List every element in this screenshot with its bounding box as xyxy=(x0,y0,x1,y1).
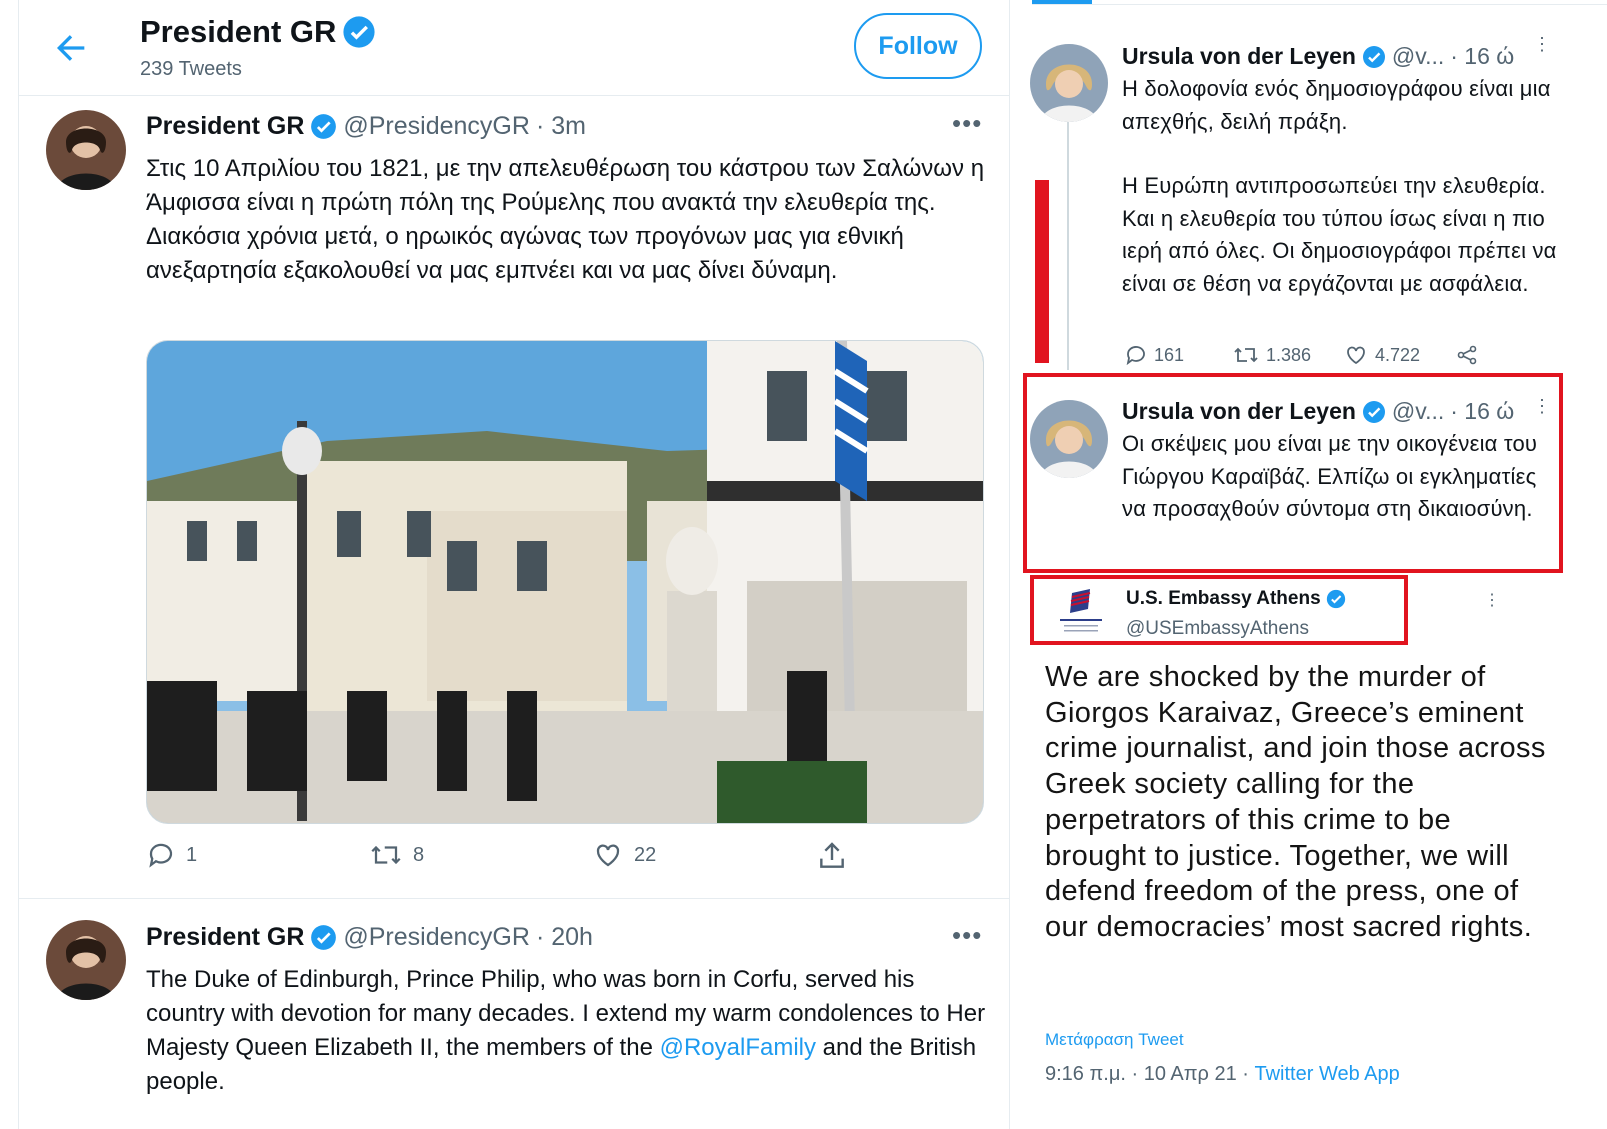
author-name[interactable]: U.S. Embassy Athens xyxy=(1126,588,1321,610)
tweet-header: Ursula von der Leyen @v... · 16 ώ xyxy=(1122,398,1514,425)
verified-badge-icon xyxy=(311,114,337,139)
embassy-avatar[interactable] xyxy=(1050,583,1112,639)
verified-badge-icon xyxy=(1362,45,1385,68)
profile-name: President GR xyxy=(140,14,376,50)
retweet-button[interactable]: 8 xyxy=(369,840,424,870)
thread-line xyxy=(1067,120,1069,370)
like-count: 22 xyxy=(634,843,657,866)
retweet-count: 1.386 xyxy=(1266,344,1312,365)
more-options-icon[interactable]: ••• xyxy=(952,108,982,139)
reply-icon xyxy=(149,843,173,868)
tweet-time[interactable]: · 16 ώ xyxy=(1450,43,1514,70)
share-icon xyxy=(1457,345,1477,365)
timestamp-text: 9:16 π.μ. · 10 Απρ 21 · xyxy=(1045,1063,1255,1085)
avatar[interactable] xyxy=(1030,400,1108,478)
more-options-icon[interactable]: ⋮ xyxy=(1533,396,1552,417)
tweet-time[interactable]: · 3m xyxy=(536,112,586,141)
author-handle[interactable]: @PresidencyGR xyxy=(343,112,530,141)
reply-button[interactable]: 161 xyxy=(1124,343,1184,367)
reply-icon xyxy=(1126,346,1145,366)
mention-link[interactable]: @RoyalFamily xyxy=(660,1034,816,1061)
embassy-tweet-text: We are shocked by the murder of Giorgos … xyxy=(1045,661,1546,943)
verified-badge-icon xyxy=(311,925,337,950)
reply-count: 1 xyxy=(186,843,198,866)
tweet-count: 239 Tweets xyxy=(140,58,242,80)
author-name[interactable]: President GR xyxy=(146,112,304,141)
tweet-text: Η Ευρώπη αντιπροσωπεύει την ελευθερία. Κ… xyxy=(1122,173,1557,296)
tweet-time[interactable]: · 16 ώ xyxy=(1450,398,1514,425)
verified-badge-icon xyxy=(1362,400,1385,423)
reply-count: 161 xyxy=(1154,344,1185,365)
tweet-text: Οι σκέψεις μου είναι με την οικογένεια τ… xyxy=(1122,431,1538,521)
embassy-name[interactable]: U.S. Embassy Athens xyxy=(1126,588,1346,610)
like-button[interactable]: 22 xyxy=(592,840,656,870)
embassy-handle[interactable]: @USEmbassyAthens xyxy=(1126,618,1309,640)
more-options-icon[interactable]: ••• xyxy=(952,920,982,951)
verified-badge-icon xyxy=(1326,589,1345,609)
more-options-icon[interactable]: ⋮ xyxy=(1533,35,1552,53)
retweet-icon xyxy=(371,845,401,865)
author-handle[interactable]: @PresidencyGR xyxy=(343,923,530,952)
tweet-time[interactable]: · 20h xyxy=(536,923,593,952)
more-options-icon[interactable]: ⋮ xyxy=(1484,590,1501,610)
tweet-timestamp: 9:16 π.μ. · 10 Απρ 21 · Twitter Web App xyxy=(1045,1063,1400,1086)
author-handle[interactable]: @v... xyxy=(1392,398,1444,425)
source-app-link[interactable]: Twitter Web App xyxy=(1254,1063,1399,1085)
share-button[interactable] xyxy=(1455,343,1479,367)
retweet-count: 8 xyxy=(413,843,425,866)
reply-button[interactable]: 1 xyxy=(146,840,197,870)
tweet-photo[interactable] xyxy=(146,340,984,824)
share-icon xyxy=(820,842,844,868)
tweet-header: Ursula von der Leyen @v... · 16 ώ xyxy=(1122,43,1514,70)
verified-badge-icon xyxy=(343,16,375,48)
avatar[interactable] xyxy=(1030,44,1108,122)
heart-icon xyxy=(1347,346,1365,365)
like-count: 4.722 xyxy=(1375,344,1421,365)
author-name[interactable]: Ursula von der Leyen xyxy=(1122,43,1356,70)
highlight-bar xyxy=(1035,180,1049,363)
retweet-button[interactable]: 1.386 xyxy=(1232,343,1311,367)
heart-icon xyxy=(596,844,620,867)
divider xyxy=(19,898,1009,899)
follow-button[interactable]: Follow xyxy=(854,13,982,79)
author-name[interactable]: Ursula von der Leyen xyxy=(1122,398,1356,425)
back-arrow-icon[interactable] xyxy=(51,28,91,68)
retweet-icon xyxy=(1234,347,1258,363)
tweet-text: The Duke of Edinburgh, Prince Philip, wh… xyxy=(146,963,986,1099)
share-button[interactable] xyxy=(816,840,848,872)
tweet-header: President GR @PresidencyGR · 3m xyxy=(146,112,586,141)
tweet-text: Στις 10 Απριλίου του 1821, με την απελευ… xyxy=(146,155,985,284)
avatar[interactable] xyxy=(46,920,126,1000)
avatar[interactable] xyxy=(46,110,126,190)
tweet-text: Η δολοφονία ενός δημοσιογράφου είναι μια… xyxy=(1122,76,1551,134)
president-profile-pane: President GR 239 Tweets Follow President… xyxy=(18,0,1010,1129)
author-handle[interactable]: @v... xyxy=(1392,43,1444,70)
tweet-header: President GR @PresidencyGR · 20h xyxy=(146,923,593,952)
like-button[interactable]: 4.722 xyxy=(1343,343,1420,367)
profile-header: President GR 239 Tweets Follow xyxy=(19,0,1009,96)
author-name[interactable]: President GR xyxy=(146,923,304,952)
translate-tweet-link[interactable]: Μετάφραση Tweet xyxy=(1045,1030,1184,1050)
divider xyxy=(1032,4,1607,5)
